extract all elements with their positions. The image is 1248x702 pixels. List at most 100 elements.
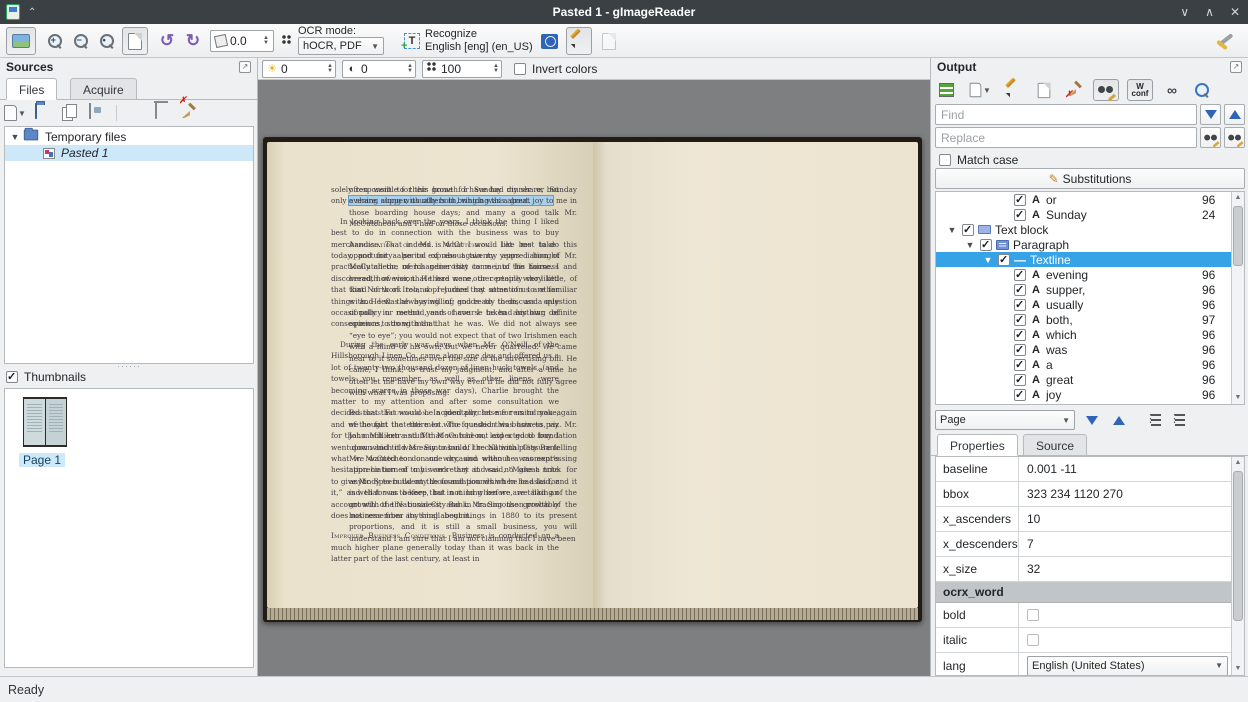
thumbnails-checkbox[interactable] <box>6 371 18 383</box>
bold-checkbox[interactable] <box>1027 609 1039 621</box>
contrast-spinbox[interactable]: ◐ 0 ▲▼ <box>342 60 416 78</box>
find-replace-toggle[interactable] <box>1093 79 1119 101</box>
paste-button[interactable] <box>62 104 80 122</box>
ocr-mode-combobox[interactable]: hOCR, PDF ▼ <box>298 37 384 55</box>
word-checkbox[interactable] <box>1014 404 1026 406</box>
contrast-value[interactable]: 0 <box>359 62 407 76</box>
expander-icon[interactable]: ▼ <box>946 225 958 235</box>
property-value[interactable]: 7 <box>1019 537 1244 551</box>
resolution-value[interactable]: 100 <box>439 62 493 76</box>
replace-input[interactable] <box>935 127 1197 148</box>
scroll-down-icon[interactable]: ▼ <box>1232 392 1244 404</box>
rotate-left-button[interactable]: ↺ <box>154 27 180 55</box>
open-image-button[interactable] <box>6 27 36 55</box>
property-value[interactable]: 10 <box>1019 512 1244 526</box>
word-checkbox[interactable] <box>1014 314 1026 326</box>
expander-icon[interactable]: ▼ <box>964 240 976 250</box>
rotation-value[interactable]: 0.0 <box>227 34 261 48</box>
property-value[interactable]: 0.001 -11 <box>1019 462 1244 476</box>
word-checkbox[interactable] <box>1014 329 1026 341</box>
settings-button[interactable] <box>1214 29 1236 51</box>
word-row[interactable]: Aevening96 <box>936 267 1244 282</box>
tab-files[interactable]: Files <box>6 78 57 100</box>
preview-button[interactable] <box>1191 79 1213 101</box>
word-row[interactable]: Aa96 <box>936 357 1244 372</box>
textblock-row[interactable]: ▼Text block <box>936 222 1244 237</box>
word-checkbox[interactable] <box>1014 284 1026 296</box>
scroll-down-icon[interactable]: ▼ <box>1232 663 1244 675</box>
clear-output-button[interactable]: ✗ <box>1063 79 1085 101</box>
replace-all-button[interactable] <box>1224 127 1245 148</box>
language-button[interactable] <box>536 27 562 55</box>
zoom-original-button[interactable]: • <box>94 27 120 55</box>
tab-properties[interactable]: Properties <box>937 434 1018 456</box>
tree-item-temporary-files[interactable]: ▼ Temporary files <box>5 129 253 145</box>
collapse-toolbar-icon[interactable]: ⌃ <box>28 7 36 18</box>
export-text-button[interactable] <box>935 79 957 101</box>
page-combobox[interactable]: Page ▼ <box>935 410 1075 430</box>
expander-icon[interactable]: ▼ <box>9 132 21 142</box>
resolution-spinbox[interactable]: 100 ▲▼ <box>422 60 502 78</box>
rotation-spin-arrows[interactable]: ▲▼ <box>261 36 271 46</box>
brightness-value[interactable]: 0 <box>279 62 327 76</box>
find-prev-button[interactable] <box>1224 104 1245 125</box>
word-row[interactable]: Aboth,97 <box>936 312 1244 327</box>
tab-acquire[interactable]: Acquire <box>70 78 137 100</box>
tree-item-pasted-1[interactable]: Pasted 1 <box>5 145 253 161</box>
tree-scrollbar[interactable]: ▲ ▼ <box>1231 192 1244 404</box>
open-folder-button[interactable] <box>35 104 53 122</box>
rotation-spinbox[interactable]: 0.0 ▲▼ <box>210 30 274 52</box>
output-detach-icon[interactable]: ↗ <box>1230 61 1242 73</box>
word-row[interactable]: Awhich96 <box>936 327 1244 342</box>
clear-sources-button[interactable]: ✗ <box>180 104 198 122</box>
word-row[interactable]: Agreat96 <box>936 372 1244 387</box>
textline-checkbox[interactable] <box>998 254 1010 266</box>
expander-icon[interactable]: ▼ <box>982 255 994 265</box>
scroll-up-icon[interactable]: ▲ <box>1232 457 1244 469</box>
find-next-button[interactable] <box>1200 104 1221 125</box>
word-row[interactable]: Ausually96 <box>936 297 1244 312</box>
add-images-button[interactable]: ▼ <box>4 105 26 121</box>
word-checkbox[interactable] <box>1014 359 1026 371</box>
word-row[interactable]: Awas96 <box>936 342 1244 357</box>
expand-all-button[interactable] <box>1145 412 1163 428</box>
textline-row-selected[interactable]: ▼—Textline <box>936 252 1244 267</box>
word-checkbox[interactable] <box>1014 374 1026 386</box>
remove-source-button[interactable] <box>126 104 144 122</box>
word-checkbox[interactable] <box>1014 269 1026 281</box>
word-checkbox[interactable] <box>1014 194 1026 206</box>
fit-page-button[interactable] <box>122 27 148 55</box>
navigate-next-button[interactable] <box>1081 410 1102 431</box>
word-row[interactable]: Ato96 <box>936 402 1244 405</box>
brightness-spinbox[interactable]: ☀ 0 ▲▼ <box>262 60 336 78</box>
paragraph-checkbox[interactable] <box>980 239 992 251</box>
image-canvas[interactable]: often went to their home for Sunday dinn… <box>258 80 930 676</box>
find-input[interactable] <box>935 104 1197 125</box>
word-row[interactable]: Aor96 <box>936 192 1244 207</box>
window-minimize-button[interactable]: ∨ <box>1180 5 1189 19</box>
export-pdf-button[interactable] <box>1033 79 1055 101</box>
tab-source[interactable]: Source <box>1023 434 1087 456</box>
thumbnail-caption[interactable]: Page 1 <box>19 453 65 467</box>
match-case-checkbox[interactable] <box>939 154 951 166</box>
property-value[interactable]: 32 <box>1019 562 1244 576</box>
open-hocr-button[interactable]: ▼ <box>965 79 995 101</box>
zoom-in-button[interactable]: + <box>42 27 68 55</box>
word-checkbox[interactable] <box>1014 209 1026 221</box>
window-close-button[interactable]: ✕ <box>1230 5 1240 19</box>
word-row[interactable]: Asupper,96 <box>936 282 1244 297</box>
link-button[interactable]: ∞ <box>1161 79 1183 101</box>
save-hocr-button[interactable] <box>1003 79 1025 101</box>
paragraph-row[interactable]: ▼Paragraph <box>936 237 1244 252</box>
screenshot-button[interactable] <box>89 104 107 122</box>
window-maximize-button[interactable]: ∧ <box>1205 5 1214 19</box>
zoom-out-button[interactable]: − <box>68 27 94 55</box>
word-checkbox[interactable] <box>1014 389 1026 401</box>
edit-button[interactable] <box>566 27 592 55</box>
sources-detach-icon[interactable]: ↗ <box>239 61 251 73</box>
property-value[interactable]: 323 234 1120 270 <box>1019 487 1244 501</box>
invert-colors-checkbox[interactable] <box>514 63 526 75</box>
brightness-spin-arrows[interactable]: ▲▼ <box>327 64 333 74</box>
word-checkbox[interactable] <box>1014 299 1026 311</box>
hocr-word-tree[interactable]: Aor96 ASunday24 ▼Text block ▼Paragraph ▼… <box>935 191 1245 405</box>
